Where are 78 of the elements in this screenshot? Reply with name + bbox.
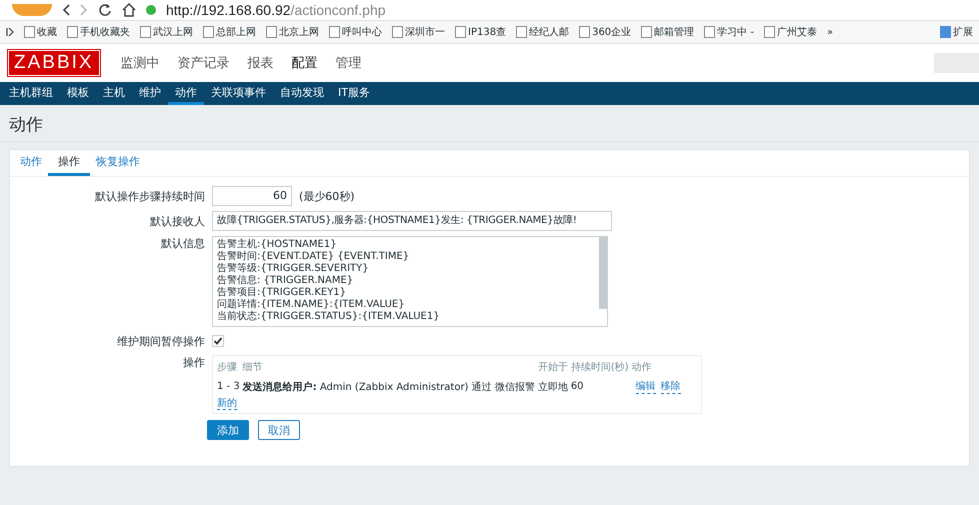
sub-menu-item[interactable]: 自动发现 — [273, 82, 331, 105]
field-label: 默认接收人 — [149, 214, 205, 228]
add-button[interactable]: 添加 — [207, 420, 249, 440]
action-link[interactable]: 移除 — [660, 379, 681, 394]
sub-menu-item[interactable]: 动作 — [168, 82, 204, 105]
bookmark-icon — [329, 26, 340, 38]
main-menu-item[interactable]: 监测中 — [112, 54, 169, 72]
bookmark-link[interactable]: 收藏 — [37, 25, 57, 39]
main-menu-item[interactable]: 报表 — [238, 54, 283, 72]
sub-menu-item[interactable]: IT服务 — [331, 82, 377, 105]
column-header: 步骤 — [217, 359, 243, 377]
bookmark-icon — [579, 26, 590, 38]
bookmark-icon — [455, 26, 466, 38]
extensions-icon — [940, 26, 951, 38]
field-hint: (最少60秒) — [299, 188, 355, 204]
bookmark-icon — [67, 26, 78, 38]
column-header: 细节 — [242, 359, 538, 377]
bookmark-link[interactable]: 360企业 — [592, 25, 632, 39]
address-field[interactable]: http://192.168.60.92/actionconf.php — [166, 2, 386, 18]
bookmark-icon — [704, 26, 716, 38]
checkbox[interactable] — [212, 335, 224, 347]
sub-menu-item[interactable]: 主机 — [96, 82, 132, 105]
tab[interactable]: 操作 — [48, 150, 90, 176]
bookmark-link[interactable]: 总部上网 — [216, 25, 256, 39]
bookmark-icon — [392, 26, 403, 38]
cancel-button[interactable]: 取消 — [258, 420, 300, 440]
bookmark-link[interactable]: 北京上网 — [279, 25, 319, 39]
page-title: 动作 — [0, 105, 979, 142]
bookmark-icon — [24, 26, 35, 38]
extensions-button[interactable]: 扩展 — [953, 25, 973, 39]
bookmark-icon — [764, 26, 775, 38]
table-cell-text: 60 — [570, 380, 585, 394]
main-menu-item[interactable]: 资产记录 — [168, 54, 239, 72]
zabbix-logo[interactable]: ZABBIX — [8, 50, 100, 76]
bookmark-icon — [516, 26, 528, 38]
column-header: 动作 — [632, 361, 653, 375]
bookmark-link[interactable]: IP138查 — [468, 25, 506, 39]
home-icon[interactable] — [122, 3, 136, 17]
sub-menu-item[interactable]: 模板 — [60, 82, 96, 105]
bookmark-link[interactable]: 经纪人邮 — [529, 25, 570, 39]
secure-icon — [146, 5, 156, 15]
input-field[interactable]: 60 — [212, 186, 292, 206]
bookmark-link[interactable]: 深圳市一 — [405, 25, 445, 39]
bookmark-icon — [203, 26, 214, 38]
column-header: 持续时间(秒) — [570, 359, 632, 377]
field-label: 操作 — [182, 355, 205, 370]
bookmark-link[interactable]: 武汉上网 — [153, 25, 193, 39]
bookmark-link[interactable]: 邮箱管理 — [654, 25, 694, 39]
text-area[interactable]: 告警主机:{HOSTNAME1} 告警时间:{EVENT.DATE} {EVENT.TIME} 告警等级:{TRIGGER.SEVERITY} 告警信息: {TRIGGER.NAME} 告警项目:{TRIGGER.KEY1} 问题详情:{ITEM.NAME}:{ITEM.VALUE} 当前状态:{TRIGGER.STATUS}:{ITEM.VALUE1} — [212, 236, 608, 327]
bookmark-link[interactable]: 广州艾泰 — [776, 25, 817, 39]
sub-menu-item[interactable]: 维护 — [132, 82, 168, 105]
main-menu-item[interactable]: 管理 — [326, 54, 371, 72]
more-bookmarks-button[interactable]: » — [826, 26, 834, 38]
sub-menu-item[interactable]: 关联项事件 — [204, 82, 273, 105]
bookmark-icon — [140, 26, 151, 38]
field-label: 默认信息 — [160, 236, 205, 251]
bookmark-icon — [641, 26, 652, 38]
table-cell: 1 - 3 — [217, 377, 243, 396]
bookmark-link[interactable]: 学习中 - — [717, 25, 754, 39]
tab[interactable]: 动作 — [14, 150, 48, 176]
sub-menu-item[interactable]: 主机群组 — [2, 82, 60, 105]
input-field[interactable]: 故障{TRIGGER.STATUS},服务器:{HOSTNAME1}发生: {TRIGGER.NAME}故障! — [212, 211, 612, 231]
tab[interactable]: 恢复操作 — [90, 150, 146, 176]
browser-logo-icon — [12, 4, 52, 16]
bookmark-link[interactable]: 呼叫中心 — [342, 25, 382, 39]
bookmark-link[interactable]: 手机收藏夹 — [80, 25, 130, 39]
back-icon[interactable] — [62, 4, 70, 16]
sidebar-toggle-icon[interactable] — [6, 27, 14, 37]
table-cell-text: 立即地 — [538, 380, 569, 394]
new-operation-link[interactable]: 新的 — [217, 398, 237, 410]
field-label: 维护期间暂停操作 — [116, 334, 205, 348]
column-header: 开始于 — [538, 359, 571, 377]
action-link[interactable]: 编辑 — [636, 379, 656, 394]
reload-icon[interactable] — [98, 3, 112, 17]
main-menu-item[interactable]: 配置 — [282, 54, 327, 72]
field-label: 默认操作步骤持续时间 — [94, 188, 205, 204]
bookmark-icon — [266, 26, 277, 38]
table-cell: 发送消息给用户: Admin (Zabbix Administrator) 通过 微信报警 — [242, 377, 538, 396]
